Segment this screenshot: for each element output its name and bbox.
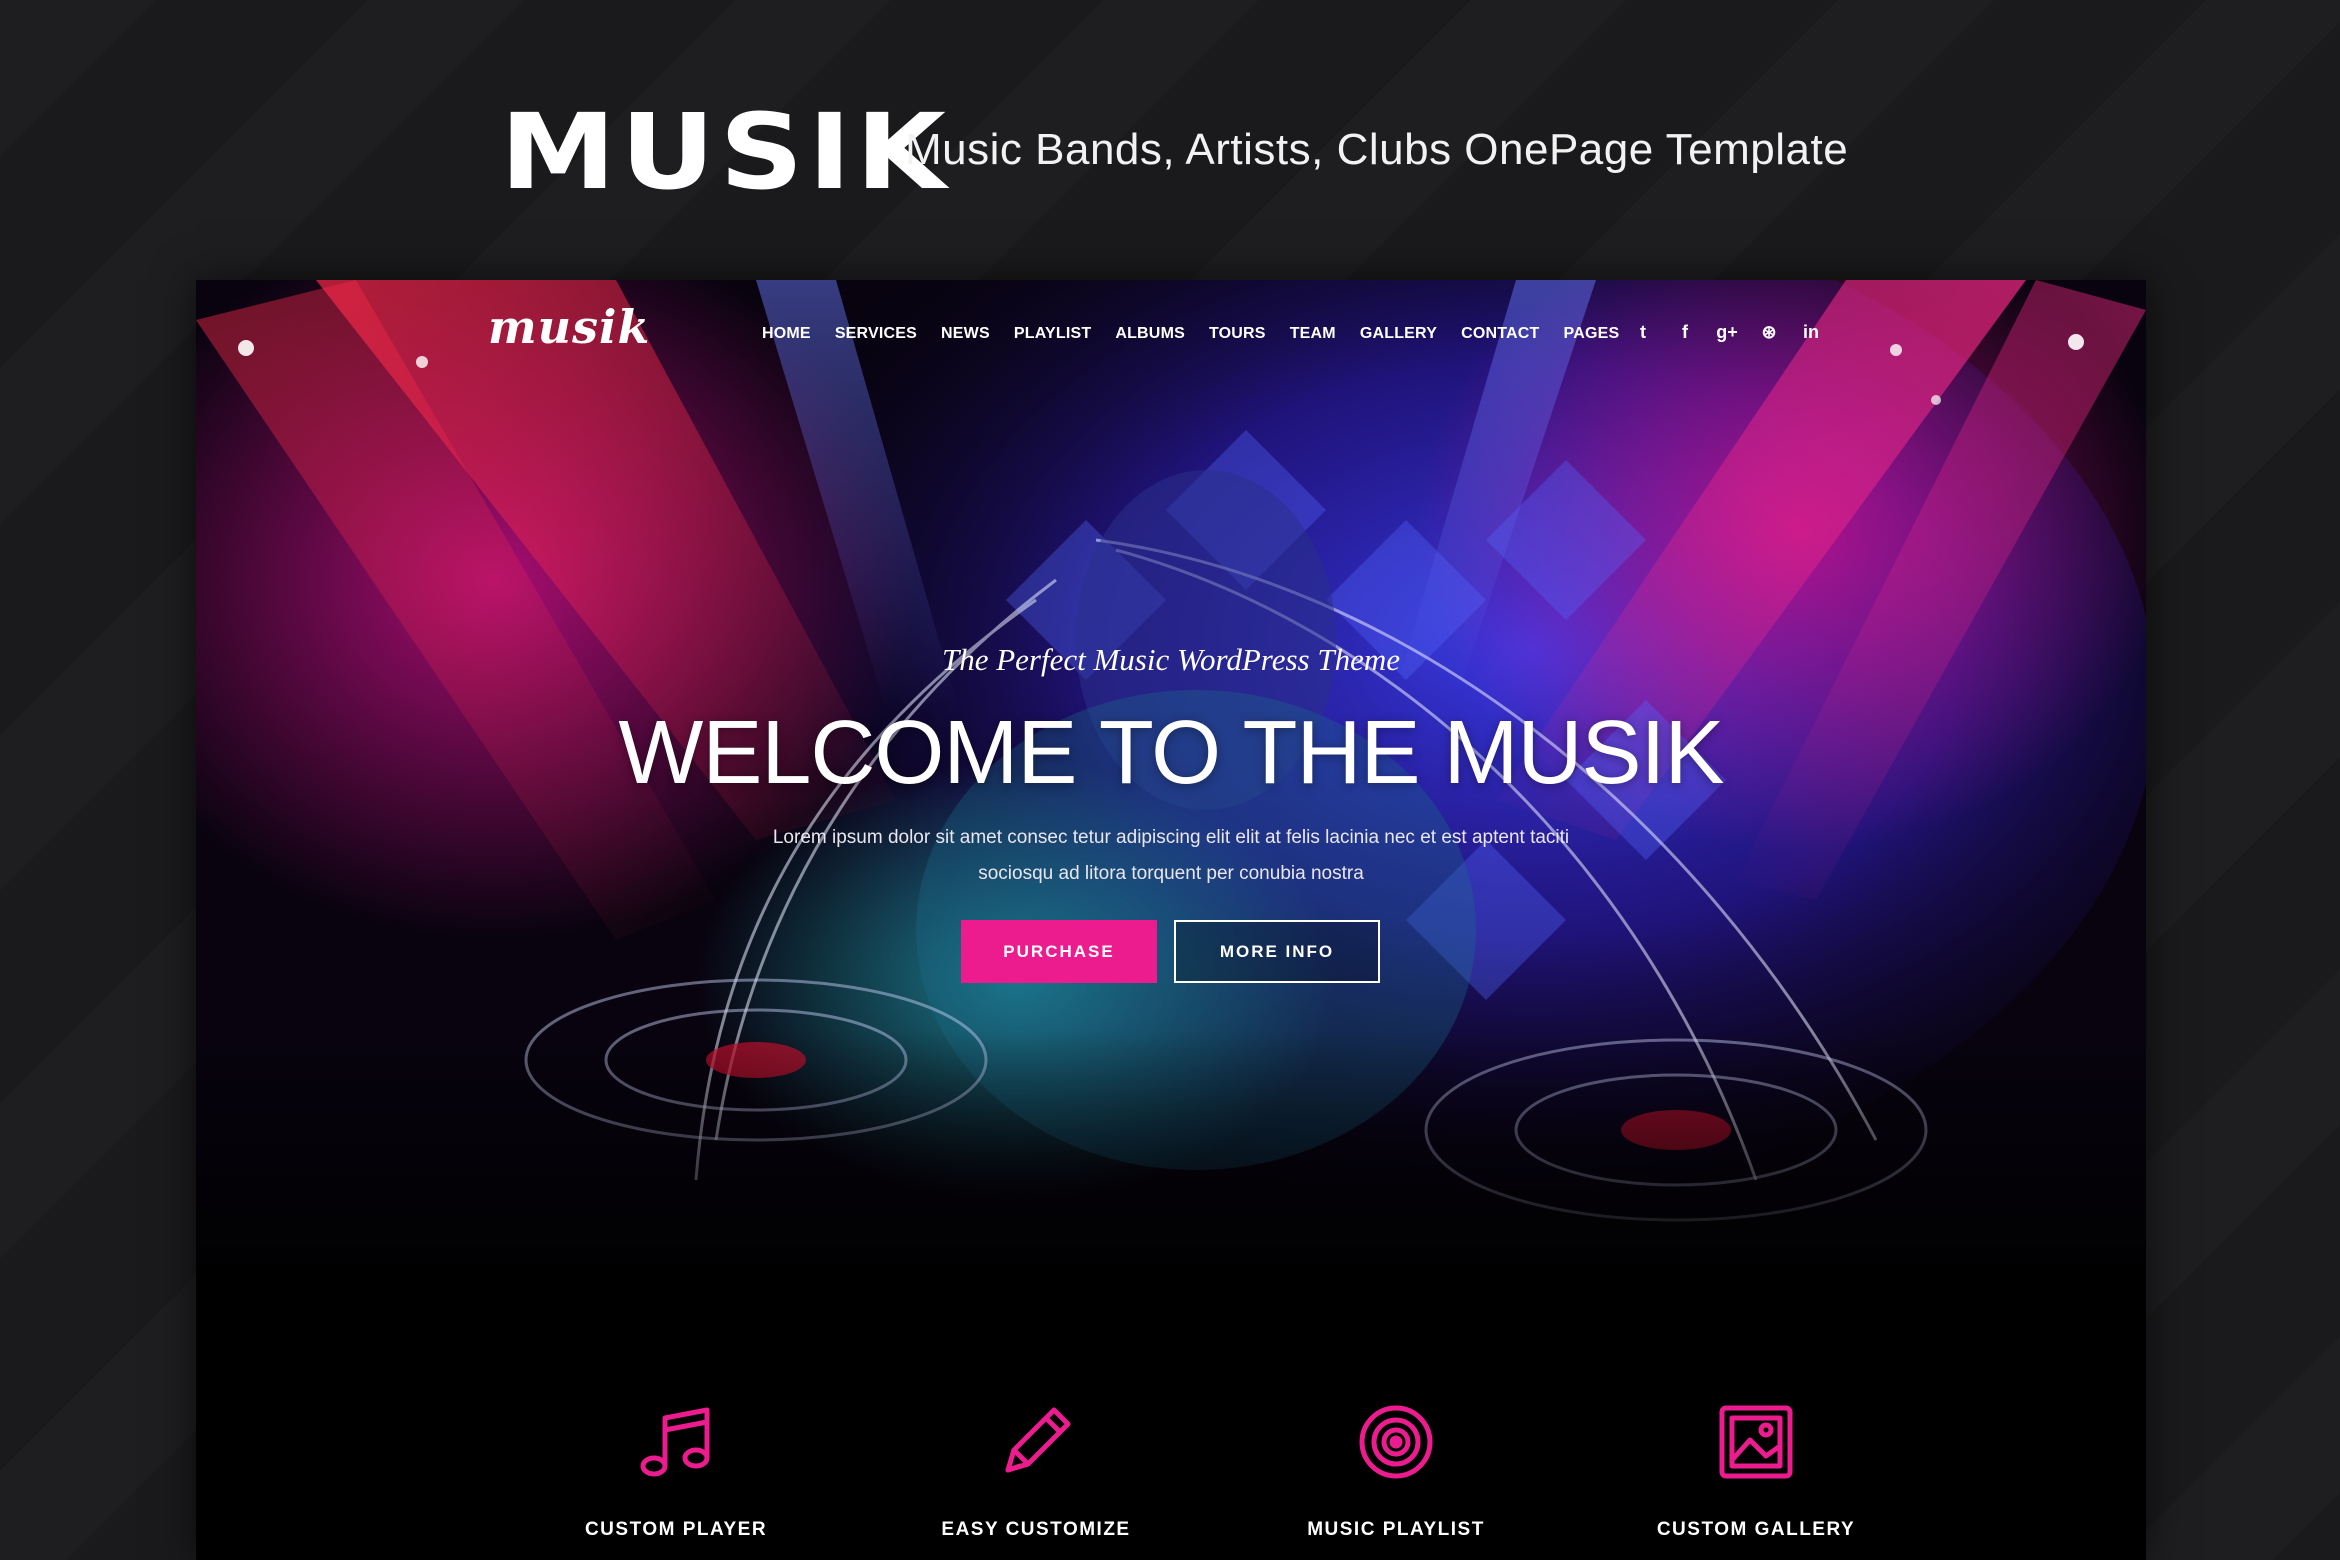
linkedin-icon[interactable]: in: [1799, 320, 1823, 344]
social-links: t f g+ ⊛ in: [1631, 320, 1823, 344]
hero-title: WELCOME TO THE MUSIK: [618, 703, 1724, 803]
more-info-button[interactable]: MORE INFO: [1174, 920, 1380, 983]
music-note-icon: [640, 1407, 710, 1477]
brand-logo: MUSIK: [500, 91, 951, 213]
feature-custom-player: CUSTOM PLAYER: [526, 1400, 826, 1539]
hero-section: musik HOME SERVICES NEWS PLAYLIST ALBUMS…: [196, 280, 2146, 1290]
nav-item-news[interactable]: NEWS: [929, 326, 1002, 342]
feature-music-playlist: MUSIC PLAYLIST: [1246, 1400, 1546, 1539]
nav-item-services[interactable]: SERVICES: [823, 326, 929, 342]
purchase-button[interactable]: PURCHASE: [961, 920, 1157, 983]
site-logo[interactable]: musik: [488, 304, 650, 350]
nav-item-team[interactable]: TEAM: [1278, 326, 1348, 342]
image-gallery-icon: [1719, 1405, 1793, 1479]
feature-label: MUSIC PLAYLIST: [1307, 1519, 1485, 1540]
nav-item-contact[interactable]: CONTACT: [1449, 326, 1551, 342]
main-nav: HOME SERVICES NEWS PLAYLIST ALBUMS TOURS…: [750, 326, 1631, 342]
nav-item-gallery[interactable]: GALLERY: [1348, 326, 1449, 342]
feature-easy-customize: EASY CUSTOMIZE: [886, 1400, 1186, 1539]
nav-item-home[interactable]: HOME: [750, 326, 823, 342]
hero-description: Lorem ipsum dolor sit amet consec tetur …: [772, 827, 1570, 884]
google-plus-icon[interactable]: g+: [1715, 320, 1739, 344]
vinyl-disc-icon: [1359, 1405, 1433, 1479]
feature-label: CUSTOM GALLERY: [1656, 1519, 1856, 1540]
pencil-icon: [1005, 1407, 1071, 1473]
feature-custom-gallery: CUSTOM GALLERY: [1606, 1400, 1906, 1539]
feature-label: EASY CUSTOMIZE: [941, 1519, 1131, 1540]
hero-fade-overlay: [196, 1030, 2146, 1290]
twitter-icon[interactable]: t: [1631, 320, 1655, 344]
dribbble-icon[interactable]: ⊛: [1757, 320, 1781, 344]
hero-subtitle: The Perfect Music WordPress Theme: [941, 642, 1401, 677]
features-section: CUSTOM PLAYER EASY CUSTOMIZE MUSIC PLAYL…: [196, 1290, 2146, 1560]
nav-item-albums[interactable]: ALBUMS: [1103, 326, 1197, 342]
promo-banner: MUSIK Music Bands, Artists, Clubs OnePag…: [0, 0, 2340, 280]
feature-label: CUSTOM PLAYER: [584, 1519, 768, 1540]
brand-tagline: Music Bands, Artists, Clubs OnePage Temp…: [905, 125, 1849, 174]
theme-preview: musik HOME SERVICES NEWS PLAYLIST ALBUMS…: [196, 280, 2146, 1560]
nav-item-playlist[interactable]: PLAYLIST: [1002, 326, 1103, 342]
nav-item-pages[interactable]: PAGES: [1552, 326, 1632, 342]
facebook-icon[interactable]: f: [1673, 320, 1697, 344]
nav-item-tours[interactable]: TOURS: [1197, 326, 1278, 342]
